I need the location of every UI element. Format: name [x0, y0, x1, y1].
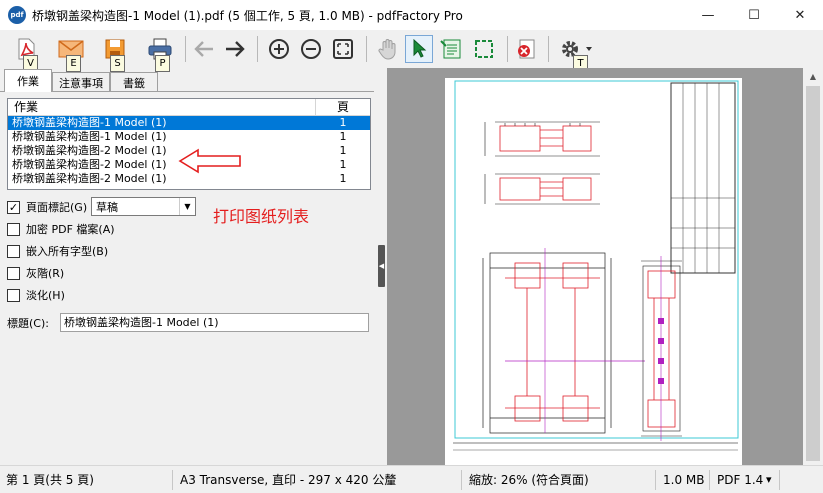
key-tip-e: E	[66, 55, 81, 72]
grayscale-label: 灰階(R)	[26, 267, 65, 280]
back-arrow-icon[interactable]	[190, 35, 218, 63]
pdf-version-dropdown[interactable]: PDF 1.4	[711, 470, 763, 490]
job-pages: 1	[339, 144, 347, 157]
job-name: 桥墩钢盖梁构造图-2 Model (1)	[12, 158, 167, 171]
scrollbar-thumb[interactable]	[806, 86, 820, 461]
fade-label: 淡化(H)	[26, 289, 65, 302]
forward-arrow-icon[interactable]	[221, 35, 249, 63]
job-name: 桥墩钢盖梁构造图-2 Model (1)	[12, 172, 167, 185]
page-mark-value: 草稿	[96, 200, 118, 214]
tab-jobs[interactable]: 作業	[4, 69, 52, 92]
delete-icon[interactable]	[512, 35, 540, 63]
page-mark-dropdown[interactable]: 草稿 ▼	[91, 197, 196, 216]
scroll-up-icon[interactable]: ▲	[803, 68, 823, 85]
close-button[interactable]: ✕	[777, 0, 823, 30]
job-row[interactable]: 桥墩钢盖梁构造图-1 Model (1) 1	[8, 130, 370, 144]
drawing-preview-image	[453, 80, 739, 451]
select-arrow-icon[interactable]	[405, 35, 433, 63]
column-header-job[interactable]: 作業	[8, 99, 316, 115]
fade-option[interactable]: 淡化(H)	[7, 287, 65, 303]
chevron-down-icon[interactable]: ▼	[179, 198, 195, 215]
job-row[interactable]: 桥墩钢盖梁构造图-1 Model (1) 1	[8, 116, 370, 130]
status-zoom[interactable]: 縮放: 26% (符合頁面)	[463, 470, 589, 490]
grayscale-checkbox[interactable]	[7, 266, 20, 280]
page-preview[interactable]	[387, 68, 803, 465]
chevron-down-icon[interactable]: ▾	[760, 470, 772, 490]
tab-bookmarks[interactable]: 書籤	[110, 72, 158, 92]
jobs-list-header: 作業 頁	[8, 99, 370, 116]
encrypt-checkbox[interactable]	[7, 222, 20, 236]
encrypt-label: 加密 PDF 檔案(A)	[26, 223, 115, 236]
title-label: 標題(C):	[7, 317, 49, 330]
job-pages: 1	[339, 158, 347, 171]
maximize-button[interactable]: ☐	[731, 0, 777, 30]
preview-page[interactable]	[445, 78, 742, 465]
title-input[interactable]: 桥墩钢盖梁构造图-1 Model (1)	[60, 313, 369, 332]
key-tip-s: S	[110, 55, 125, 72]
status-paper-size: A3 Transverse, 直印 - 297 x 420 公釐	[180, 473, 397, 487]
job-pages: 1	[339, 130, 347, 143]
job-name: 桥墩钢盖梁构造图-2 Model (1)	[12, 144, 167, 157]
status-page-number: 第 1 頁(共 5 頁)	[6, 473, 94, 487]
job-name: 桥墩钢盖梁构造图-1 Model (1)	[12, 116, 167, 129]
collapse-panel-icon[interactable]: ◀	[378, 245, 385, 287]
annotation-text: 打印图纸列表	[213, 207, 310, 226]
title-bar: pdf 桥墩钢盖梁构造图-1 Model (1).pdf (5 個工作, 5 頁…	[0, 0, 823, 30]
tab-notes[interactable]: 注意事項	[52, 72, 110, 92]
minimize-button[interactable]: —	[685, 0, 731, 30]
zoom-out-icon[interactable]	[297, 35, 325, 63]
pdffactory-app-icon[interactable]: pdf	[8, 6, 26, 24]
window-title: 桥墩钢盖梁构造图-1 Model (1).pdf (5 個工作, 5 頁, 1.…	[32, 8, 463, 23]
window-controls: — ☐ ✕	[685, 0, 823, 30]
embed-fonts-option[interactable]: 嵌入所有字型(B)	[7, 243, 108, 259]
vertical-scrollbar[interactable]: ▲	[803, 68, 823, 465]
job-row[interactable]: 桥墩钢盖梁构造图-2 Model (1) 1	[8, 172, 370, 186]
fade-checkbox[interactable]	[7, 288, 20, 302]
job-pages: 1	[339, 172, 347, 185]
page-mark-label: 頁面標記(G)	[26, 201, 88, 214]
hand-icon[interactable]	[374, 35, 402, 63]
annotation-arrow-icon	[178, 148, 241, 174]
zoom-in-icon[interactable]	[265, 35, 293, 63]
job-pages: 1	[339, 116, 347, 129]
key-tip-p: P	[155, 55, 170, 72]
grayscale-option[interactable]: 灰階(R)	[7, 265, 64, 281]
jobs-list[interactable]: 作業 頁 桥墩钢盖梁构造图-1 Model (1) 1 桥墩钢盖梁构造图-1 M…	[7, 98, 371, 190]
fit-page-icon[interactable]	[329, 35, 357, 63]
status-bar: 第 1 頁(共 5 頁) A3 Transverse, 直印 - 297 x 4…	[0, 465, 823, 493]
embed-fonts-checkbox[interactable]	[7, 244, 20, 258]
text-select-icon[interactable]	[437, 35, 465, 63]
page-mark-checkbox[interactable]: ✓	[7, 200, 20, 214]
page-mark-option[interactable]: ✓ 頁面標記(G)	[7, 199, 87, 215]
region-select-icon[interactable]	[470, 35, 498, 63]
job-name: 桥墩钢盖梁构造图-1 Model (1)	[12, 130, 167, 143]
embed-fonts-label: 嵌入所有字型(B)	[26, 245, 109, 258]
encrypt-option[interactable]: 加密 PDF 檔案(A)	[7, 221, 115, 237]
status-file-size: 1.0 MB	[663, 473, 705, 487]
column-header-pages[interactable]: 頁	[316, 99, 370, 115]
